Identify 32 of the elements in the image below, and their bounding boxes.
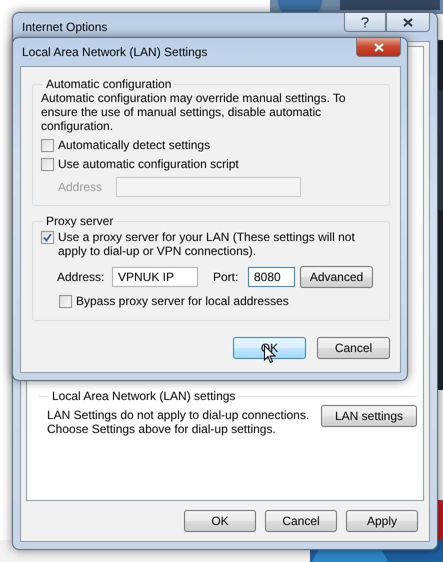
address-field[interactable]: VPNUK IP (112, 267, 198, 287)
group-title: Proxy server (45, 214, 114, 228)
field-label: Address (58, 180, 102, 194)
advanced-button[interactable]: Advanced (300, 266, 373, 288)
group-title: Local Area Network (LAN) settings (51, 389, 236, 403)
dialog-button[interactable]: Cancel (265, 510, 337, 532)
close-button[interactable] (356, 38, 401, 57)
close-icon (403, 18, 413, 26)
checkbox[interactable] (41, 139, 54, 152)
description-text: LAN Settings do not apply to dial-up connections. Choose Settings above for dial-up settings. (47, 408, 310, 436)
dialog-button[interactable]: Cancel (317, 337, 390, 359)
help-icon (361, 16, 369, 28)
close-button[interactable] (386, 13, 430, 32)
dialog-button[interactable]: Apply (346, 510, 418, 532)
checkbox[interactable] (41, 231, 54, 244)
lan-settings-button[interactable]: LAN settings (321, 405, 417, 427)
port-field[interactable]: 8080 (248, 267, 295, 287)
field-label: Address: (57, 270, 106, 284)
window-title: Internet Options (21, 20, 108, 34)
checkbox[interactable] (41, 158, 54, 171)
checkbox-row[interactable]: Automatically detect settings (41, 138, 381, 152)
help-button[interactable] (344, 13, 386, 32)
field-label: Port: (213, 270, 240, 284)
checkbox-label: Automatically detect settings (58, 138, 210, 152)
description-text: Automatic configuration may override manual settings. To ensure the use of manual settings, disable automatic configuration. (41, 91, 347, 133)
checkbox[interactable] (59, 295, 72, 308)
checkbox-row[interactable]: Use automatic configuration script (41, 157, 381, 171)
dialog-button[interactable]: OK (184, 510, 256, 532)
group-title: Automatic configuration (45, 77, 172, 91)
window-title: Local Area Network (LAN) Settings (21, 45, 208, 59)
checkbox-label: Use automatic configuration script (58, 157, 239, 171)
close-icon (374, 42, 384, 52)
